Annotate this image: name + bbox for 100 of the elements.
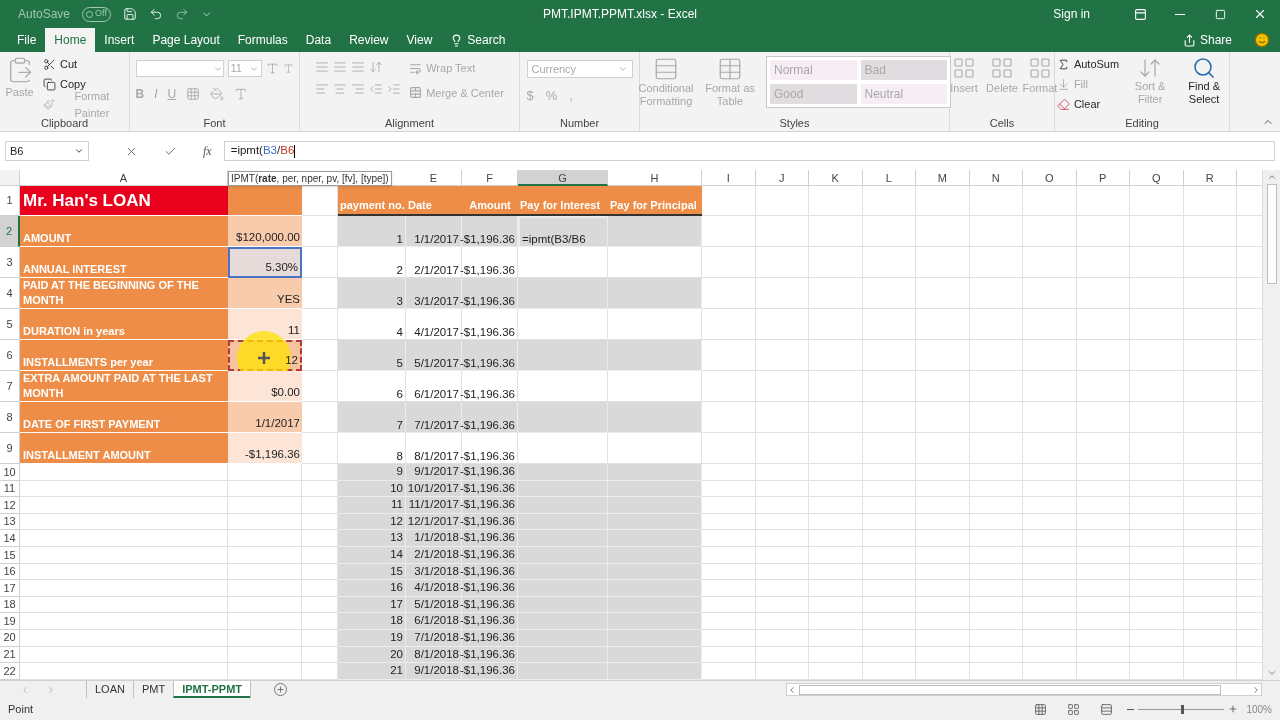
empty-cell[interactable] xyxy=(1130,580,1184,597)
empty-cell[interactable] xyxy=(862,480,916,498)
empty-cell[interactable] xyxy=(862,278,916,309)
empty-cell[interactable] xyxy=(1023,433,1077,464)
empty-cell[interactable] xyxy=(755,186,809,216)
column-header[interactable]: F xyxy=(462,170,518,186)
empty-cell[interactable] xyxy=(969,186,1023,216)
empty-cell[interactable] xyxy=(755,480,809,498)
zoom-slider-thumb[interactable] xyxy=(1181,704,1185,714)
ribbon-tab[interactable]: Review xyxy=(340,28,398,52)
column-header[interactable]: I xyxy=(702,170,756,186)
empty-cell[interactable] xyxy=(1183,563,1237,581)
empty-cell[interactable] xyxy=(969,480,1023,498)
empty-cell[interactable] xyxy=(969,629,1023,647)
empty-cell[interactable] xyxy=(969,663,1023,680)
empty-cell[interactable] xyxy=(1076,433,1130,464)
empty-cell[interactable] xyxy=(1183,371,1237,402)
empty-cell[interactable] xyxy=(809,216,863,247)
empty-cell[interactable] xyxy=(969,497,1023,514)
empty-cell[interactable] xyxy=(862,596,916,614)
select-all-button[interactable] xyxy=(0,170,20,186)
empty-cell[interactable] xyxy=(809,340,863,371)
cut-button[interactable]: Cut xyxy=(43,56,125,73)
empty-cell[interactable] xyxy=(916,530,970,547)
empty-cell[interactable] xyxy=(969,580,1023,597)
empty-cell[interactable] xyxy=(755,596,809,614)
empty-cell[interactable] xyxy=(1076,613,1130,630)
empty-cell[interactable] xyxy=(755,247,809,278)
row-header[interactable]: 19 xyxy=(0,613,20,630)
empty-cell[interactable] xyxy=(916,546,970,564)
empty-cell[interactable] xyxy=(1183,464,1237,481)
empty-cell[interactable] xyxy=(1023,530,1077,547)
empty-cell[interactable] xyxy=(862,216,916,247)
row-header[interactable]: 9 xyxy=(0,433,20,464)
search-box[interactable]: Search xyxy=(441,28,515,52)
empty-cell[interactable] xyxy=(1183,278,1237,309)
column-header[interactable]: Q xyxy=(1130,170,1184,186)
empty-cell[interactable] xyxy=(1076,186,1130,216)
empty-cell[interactable] xyxy=(1183,646,1237,664)
empty-cell[interactable] xyxy=(1023,480,1077,498)
empty-cell[interactable] xyxy=(862,340,916,371)
empty-cell[interactable] xyxy=(1076,371,1130,402)
font-name-field[interactable] xyxy=(135,60,224,77)
empty-cell[interactable] xyxy=(969,563,1023,581)
vertical-scrollbar[interactable] xyxy=(1262,170,1280,680)
empty-cell[interactable] xyxy=(969,309,1023,340)
empty-cell[interactable] xyxy=(1130,402,1184,433)
empty-cell[interactable] xyxy=(228,480,302,498)
empty-cell[interactable] xyxy=(755,646,809,664)
empty-cell[interactable] xyxy=(1130,278,1184,309)
empty-cell[interactable] xyxy=(228,563,302,581)
empty-cell[interactable] xyxy=(1130,646,1184,664)
empty-cell[interactable] xyxy=(1076,340,1130,371)
empty-cell[interactable] xyxy=(862,546,916,564)
empty-cell[interactable] xyxy=(228,663,302,680)
empty-cell[interactable] xyxy=(755,309,809,340)
row-header[interactable]: 10 xyxy=(0,464,20,481)
empty-cell[interactable] xyxy=(1130,464,1184,481)
empty-cell[interactable] xyxy=(1076,497,1130,514)
empty-cell[interactable] xyxy=(809,433,863,464)
empty-cell[interactable] xyxy=(1023,247,1077,278)
empty-cell[interactable] xyxy=(228,580,302,597)
empty-cell[interactable] xyxy=(1076,629,1130,647)
empty-cell[interactable] xyxy=(1023,186,1077,216)
empty-cell[interactable] xyxy=(862,513,916,531)
ribbon-tab[interactable]: Data xyxy=(296,28,341,52)
empty-cell[interactable] xyxy=(228,629,302,647)
empty-cell[interactable] xyxy=(755,629,809,647)
empty-cell[interactable] xyxy=(862,613,916,630)
empty-cell[interactable] xyxy=(1183,546,1237,564)
empty-cell[interactable] xyxy=(862,402,916,433)
empty-cell[interactable] xyxy=(809,186,863,216)
row-header[interactable]: 1 xyxy=(0,186,20,216)
ribbon-tab[interactable]: View xyxy=(397,28,442,52)
empty-cell[interactable] xyxy=(809,646,863,664)
empty-cell[interactable] xyxy=(228,546,302,564)
empty-cell[interactable] xyxy=(1023,596,1077,614)
empty-cell[interactable] xyxy=(1130,513,1184,531)
empty-cell[interactable] xyxy=(228,530,302,547)
empty-cell[interactable] xyxy=(809,613,863,630)
empty-cell[interactable] xyxy=(755,513,809,531)
empty-cell[interactable] xyxy=(1130,596,1184,614)
empty-cell[interactable] xyxy=(1130,629,1184,647)
empty-cell[interactable] xyxy=(1076,278,1130,309)
empty-cell[interactable] xyxy=(1130,340,1184,371)
empty-cell[interactable] xyxy=(809,371,863,402)
empty-cell[interactable] xyxy=(809,580,863,597)
empty-cell[interactable] xyxy=(862,464,916,481)
empty-cell[interactable] xyxy=(916,186,970,216)
row-header[interactable]: 7 xyxy=(0,371,20,402)
sheet-tab[interactable]: IPMT-PPMT xyxy=(173,681,251,698)
empty-cell[interactable] xyxy=(916,402,970,433)
empty-cell[interactable] xyxy=(1023,663,1077,680)
empty-cell[interactable] xyxy=(1183,480,1237,498)
empty-cell[interactable] xyxy=(1183,580,1237,597)
empty-cell[interactable] xyxy=(916,480,970,498)
empty-cell[interactable] xyxy=(1076,402,1130,433)
empty-cell[interactable] xyxy=(862,309,916,340)
empty-cell[interactable] xyxy=(1023,371,1077,402)
ribbon-tab[interactable]: Formulas xyxy=(228,28,297,52)
